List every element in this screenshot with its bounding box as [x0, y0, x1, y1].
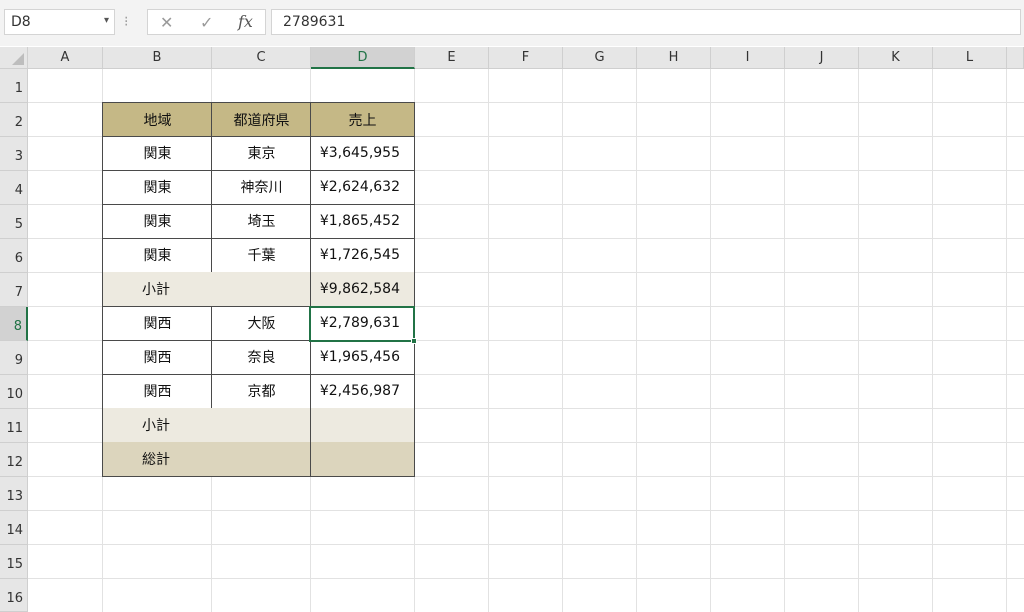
cell-d10[interactable]: ¥2,456,987	[310, 374, 415, 409]
cell-b3[interactable]: 関東	[102, 136, 212, 171]
formula-tools: ✕ ✓ fx	[147, 9, 266, 35]
cell-b10[interactable]: 関西	[102, 374, 212, 409]
cell-b7[interactable]: 小計	[102, 272, 311, 307]
fill-handle[interactable]	[411, 338, 417, 344]
formula-value: 2789631	[283, 14, 346, 30]
cell-d11[interactable]	[310, 408, 415, 443]
cell-c10[interactable]: 京都	[211, 374, 311, 409]
cell-b4[interactable]: 関東	[102, 170, 212, 205]
cell-c8[interactable]: 大阪	[211, 306, 311, 341]
column-header-k[interactable]: K	[859, 47, 933, 69]
row-header-15[interactable]: 15	[0, 545, 28, 579]
column-header-b[interactable]: B	[103, 47, 212, 69]
cell-c6[interactable]: 千葉	[211, 238, 311, 273]
column-header-d[interactable]: D	[311, 47, 415, 69]
column-header-g[interactable]: G	[563, 47, 637, 69]
select-all-button[interactable]	[0, 47, 28, 69]
column-header-h[interactable]: H	[637, 47, 711, 69]
formula-bar: D8 ▾ ⁝ ✕ ✓ fx 2789631	[0, 0, 1024, 46]
cell-b12[interactable]: 総計	[102, 442, 311, 477]
cell-b8[interactable]: 関西	[102, 306, 212, 341]
name-box[interactable]: D8 ▾	[4, 9, 115, 35]
more-options-icon[interactable]: ⁝	[124, 14, 128, 30]
column-header-i[interactable]: I	[711, 47, 785, 69]
cell-b11[interactable]: 小計	[102, 408, 311, 443]
row-header-14[interactable]: 14	[0, 511, 28, 545]
row-header-3[interactable]: 3	[0, 137, 28, 171]
cell-d4[interactable]: ¥2,624,632	[310, 170, 415, 205]
column-header-partial[interactable]	[1007, 47, 1024, 69]
row-header-10[interactable]: 10	[0, 375, 28, 409]
column-header-l[interactable]: L	[933, 47, 1007, 69]
column-header-a[interactable]: A	[28, 47, 103, 69]
check-icon[interactable]: ✓	[200, 13, 213, 32]
row-header-4[interactable]: 4	[0, 171, 28, 205]
column-header-c[interactable]: C	[212, 47, 311, 69]
row-header-8[interactable]: 8	[0, 307, 28, 341]
row-header-11[interactable]: 11	[0, 409, 28, 443]
row-header-1[interactable]: 1	[0, 69, 28, 103]
cell-b9[interactable]: 関西	[102, 340, 212, 375]
cell-b2[interactable]: 地域	[102, 102, 212, 137]
cell-d6[interactable]: ¥1,726,545	[310, 238, 415, 273]
insert-function-icon[interactable]: fx	[238, 12, 253, 31]
cell-d2[interactable]: 売上	[310, 102, 415, 137]
row-header-2[interactable]: 2	[0, 103, 28, 137]
column-header-f[interactable]: F	[489, 47, 563, 69]
cell-d9[interactable]: ¥1,965,456	[310, 340, 415, 375]
row-header-5[interactable]: 5	[0, 205, 28, 239]
cell-c4[interactable]: 神奈川	[211, 170, 311, 205]
row-header-6[interactable]: 6	[0, 239, 28, 273]
row-header-16[interactable]: 16	[0, 579, 28, 612]
cell-b6[interactable]: 関東	[102, 238, 212, 273]
row-header-13[interactable]: 13	[0, 477, 28, 511]
cell-c3[interactable]: 東京	[211, 136, 311, 171]
column-header-j[interactable]: J	[785, 47, 859, 69]
chevron-down-icon[interactable]: ▾	[104, 15, 109, 26]
cell-d3[interactable]: ¥3,645,955	[310, 136, 415, 171]
name-box-value: D8	[11, 14, 31, 30]
cell-d5[interactable]: ¥1,865,452	[310, 204, 415, 239]
column-header-e[interactable]: E	[415, 47, 489, 69]
cell-c5[interactable]: 埼玉	[211, 204, 311, 239]
row-header-9[interactable]: 9	[0, 341, 28, 375]
select-all-icon	[12, 53, 24, 65]
row-header-7[interactable]: 7	[0, 273, 28, 307]
formula-input[interactable]: 2789631	[271, 9, 1021, 35]
cell-d8[interactable]: ¥2,789,631	[310, 306, 415, 341]
cell-c2[interactable]: 都道府県	[211, 102, 311, 137]
cell-c9[interactable]: 奈良	[211, 340, 311, 375]
cell-d7[interactable]: ¥9,862,584	[310, 272, 415, 307]
cell-b5[interactable]: 関東	[102, 204, 212, 239]
cancel-icon[interactable]: ✕	[160, 13, 173, 32]
row-header-12[interactable]: 12	[0, 443, 28, 477]
cell-d12[interactable]	[310, 442, 415, 477]
